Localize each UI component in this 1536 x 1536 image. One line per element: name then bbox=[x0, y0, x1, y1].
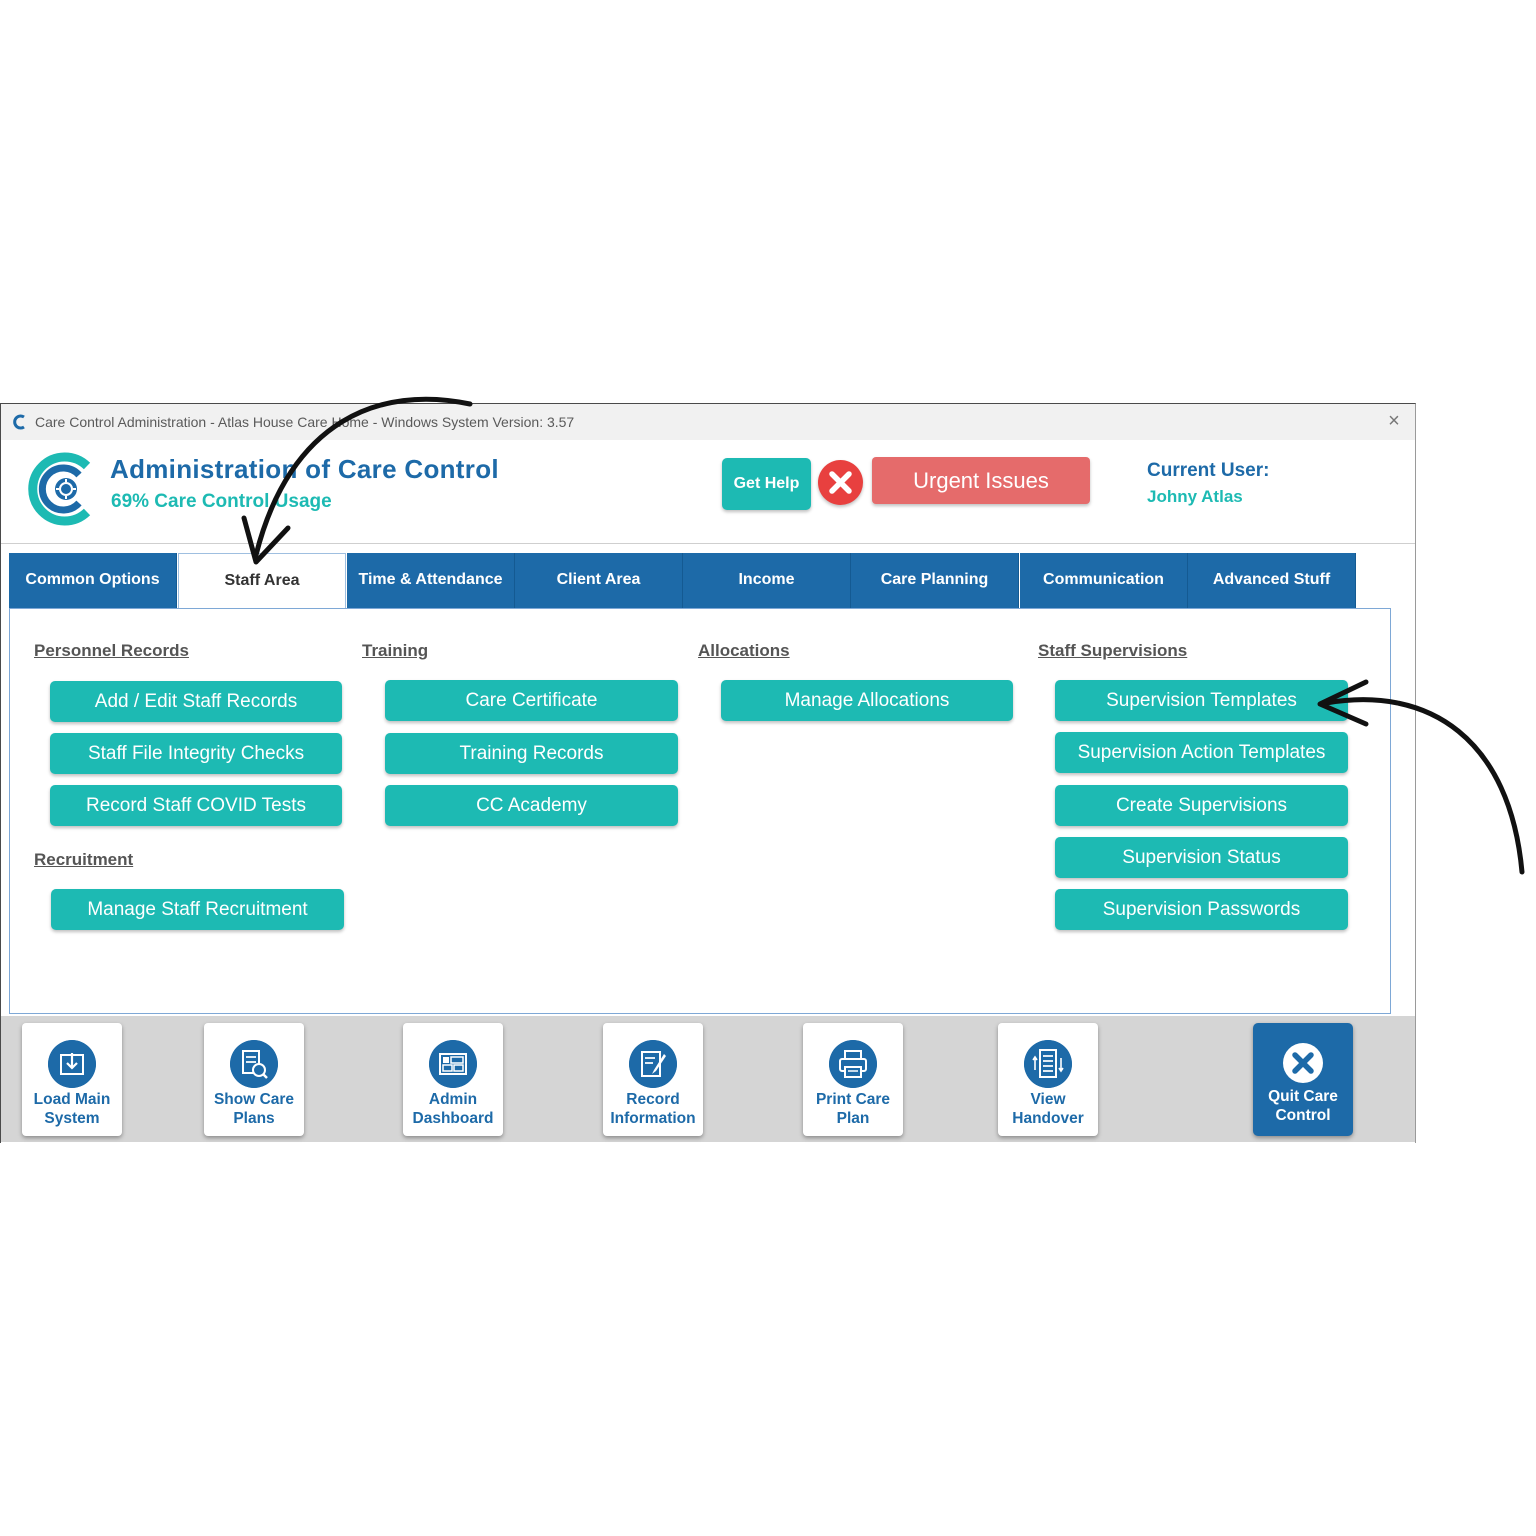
footer-label-line1: Record bbox=[626, 1091, 680, 1108]
page-title: Administration of Care Control bbox=[110, 454, 499, 484]
tab-advanced-stuff[interactable]: Advanced Stuff bbox=[1188, 553, 1356, 609]
footer-label-line2: System bbox=[44, 1110, 100, 1127]
current-user-name: Johny Atlas bbox=[1147, 487, 1243, 506]
care-control-logo-icon bbox=[13, 414, 25, 430]
get-help-button[interactable]: Get Help bbox=[722, 458, 811, 510]
footer-label-line1: Load Main bbox=[33, 1091, 111, 1108]
footer-label-line2: Dashboard bbox=[412, 1110, 494, 1127]
care-control-logo bbox=[28, 452, 91, 526]
footer-label-line2: Plans bbox=[233, 1110, 275, 1127]
close-icon bbox=[1283, 1043, 1323, 1083]
usage-indicator: 69% Care Control Usage bbox=[111, 491, 332, 512]
tab-communication[interactable]: Communication bbox=[1020, 553, 1188, 609]
care-certificate-button[interactable]: Care Certificate bbox=[385, 680, 678, 721]
window-title: Care Control Administration - Atlas Hous… bbox=[35, 414, 575, 430]
tab-time-attendance[interactable]: Time & Attendance bbox=[347, 553, 515, 609]
footer-toolbar: Load Main System Show Care Plans Admin D… bbox=[1, 1016, 1415, 1142]
supervision-status-button[interactable]: Supervision Status bbox=[1055, 837, 1348, 878]
tab-care-planning[interactable]: Care Planning bbox=[851, 553, 1019, 609]
edit-document-icon bbox=[629, 1040, 677, 1088]
view-handover-button[interactable]: View Handover bbox=[998, 1023, 1098, 1136]
dashboard-icon bbox=[429, 1040, 477, 1088]
personnel-records-heading: Personnel Records bbox=[34, 641, 189, 660]
download-icon bbox=[48, 1040, 96, 1088]
footer-label-line2: Information bbox=[610, 1110, 696, 1127]
supervision-action-templates-button[interactable]: Supervision Action Templates bbox=[1055, 732, 1348, 773]
staff-file-integrity-checks-button[interactable]: Staff File Integrity Checks bbox=[50, 733, 342, 774]
close-circle-icon[interactable] bbox=[818, 460, 863, 505]
tab-income[interactable]: Income bbox=[683, 553, 851, 609]
admin-dashboard-button[interactable]: Admin Dashboard bbox=[403, 1023, 503, 1136]
footer-label-line1: Admin bbox=[428, 1091, 478, 1108]
document-search-icon bbox=[230, 1040, 278, 1088]
header: Administration of Care Control 69% Care … bbox=[1, 440, 1415, 544]
footer-label-line2: Plan bbox=[836, 1110, 870, 1127]
record-information-button[interactable]: Record Information bbox=[603, 1023, 703, 1136]
quit-label-line1: Quit Care bbox=[1268, 1088, 1338, 1105]
footer-label-line2: Handover bbox=[1012, 1110, 1084, 1127]
print-care-plan-button[interactable]: Print Care Plan bbox=[803, 1023, 903, 1136]
recruitment-heading: Recruitment bbox=[34, 850, 134, 869]
create-supervisions-button[interactable]: Create Supervisions bbox=[1055, 785, 1348, 826]
tab-bar: Common Options Staff Area Time & Attenda… bbox=[9, 553, 1359, 610]
show-care-plans-button[interactable]: Show Care Plans bbox=[204, 1023, 304, 1136]
allocations-heading: Allocations bbox=[698, 641, 790, 660]
load-main-system-button[interactable]: Load Main System bbox=[22, 1023, 122, 1136]
footer-label-line1: View bbox=[1030, 1091, 1066, 1108]
footer-label-line1: Print Care bbox=[815, 1091, 891, 1108]
quit-care-control-button[interactable]: Quit Care Control bbox=[1253, 1023, 1353, 1136]
urgent-issues-button[interactable]: Urgent Issues bbox=[872, 457, 1090, 504]
record-staff-covid-tests-button[interactable]: Record Staff COVID Tests bbox=[50, 785, 342, 826]
staff-supervisions-heading: Staff Supervisions bbox=[1038, 641, 1188, 660]
printer-icon bbox=[829, 1040, 877, 1088]
tab-client-area[interactable]: Client Area bbox=[515, 553, 683, 609]
staff-area-panel: Personnel Records Add / Edit Staff Recor… bbox=[9, 608, 1391, 1014]
title-bar: Care Control Administration - Atlas Hous… bbox=[1, 404, 1415, 440]
footer-label-line1: Show Care bbox=[213, 1091, 295, 1108]
tab-staff-area[interactable]: Staff Area bbox=[178, 553, 346, 610]
manage-staff-recruitment-button[interactable]: Manage Staff Recruitment bbox=[51, 889, 344, 930]
manage-allocations-button[interactable]: Manage Allocations bbox=[721, 680, 1013, 721]
training-records-button[interactable]: Training Records bbox=[385, 733, 678, 774]
window-close-button[interactable]: × bbox=[1381, 408, 1407, 434]
training-heading: Training bbox=[362, 641, 429, 660]
app-window: Care Control Administration - Atlas Hous… bbox=[0, 403, 1416, 1143]
tab-common-options[interactable]: Common Options bbox=[9, 553, 177, 609]
list-icon bbox=[1024, 1040, 1072, 1088]
current-user-label: Current User: bbox=[1147, 460, 1270, 481]
supervision-templates-button[interactable]: Supervision Templates bbox=[1055, 680, 1348, 721]
quit-label-line2: Control bbox=[1275, 1107, 1331, 1124]
add-edit-staff-records-button[interactable]: Add / Edit Staff Records bbox=[50, 681, 342, 722]
supervision-passwords-button[interactable]: Supervision Passwords bbox=[1055, 889, 1348, 930]
cc-academy-button[interactable]: CC Academy bbox=[385, 785, 678, 826]
